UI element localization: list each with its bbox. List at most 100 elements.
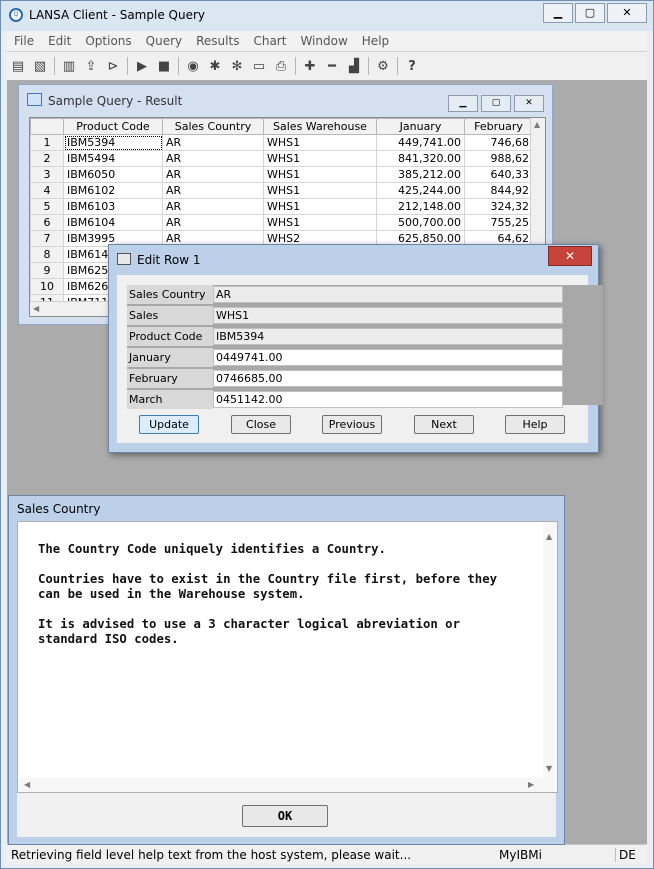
table-cell[interactable]: WHS1: [263, 150, 377, 167]
maximize-button[interactable]: ▢: [575, 3, 605, 23]
minimize-button[interactable]: ▁: [543, 3, 573, 23]
add-icon[interactable]: ✚: [301, 57, 319, 75]
row-number: 2: [30, 150, 64, 167]
result-maximize-button[interactable]: ▢: [481, 95, 511, 112]
column-header[interactable]: February: [464, 118, 533, 135]
table-cell[interactable]: IBM6050: [63, 166, 163, 183]
row-number: 9: [30, 262, 64, 279]
table-cell[interactable]: 755,25: [464, 214, 533, 231]
table-cell[interactable]: AR: [162, 134, 264, 151]
column-header[interactable]: Product Code: [63, 118, 163, 135]
table-row[interactable]: 5 IBM6103 AR WHS1 212,148.00 324,32: [30, 198, 533, 215]
menu-options[interactable]: Options: [78, 34, 138, 48]
table-cell[interactable]: WHS1: [263, 134, 377, 151]
print-preview-icon[interactable]: ▥: [60, 57, 78, 75]
table-cell[interactable]: IBM6104: [63, 214, 163, 231]
export-icon[interactable]: ⇪: [82, 57, 100, 75]
march-field[interactable]: 0451142.00: [213, 391, 563, 408]
update-button[interactable]: Update: [139, 415, 199, 434]
result-minimize-button[interactable]: ▁: [448, 95, 478, 112]
settings-icon[interactable]: ⚙: [374, 57, 392, 75]
table-row[interactable]: 3 IBM6050 AR WHS1 385,212.00 640,33: [30, 166, 533, 183]
menu-chart[interactable]: Chart: [246, 34, 293, 48]
table-cell[interactable]: 449,741.00: [376, 134, 465, 151]
gear-small-icon[interactable]: ✱: [206, 57, 224, 75]
table-cell[interactable]: 841,320.00: [376, 150, 465, 167]
table-cell[interactable]: 385,212.00: [376, 166, 465, 183]
table-cell[interactable]: 844,92: [464, 182, 533, 199]
dialog-icon: [117, 253, 131, 265]
remove-icon[interactable]: ━: [323, 57, 341, 75]
stop-icon[interactable]: ■: [155, 57, 173, 75]
january-field[interactable]: 0449741.00: [213, 349, 563, 366]
column-header[interactable]: January: [376, 118, 465, 135]
step-icon[interactable]: ⊳: [104, 57, 122, 75]
status-message: Retrieving field level help text from th…: [11, 848, 412, 862]
ok-button[interactable]: OK: [242, 805, 328, 827]
column-header[interactable]: Sales Country: [162, 118, 264, 135]
menu-window[interactable]: Window: [293, 34, 354, 48]
table-cell[interactable]: WHS1: [263, 214, 377, 231]
table-cell[interactable]: WHS1: [263, 198, 377, 215]
table-cell[interactable]: AR: [162, 150, 264, 167]
table-cell[interactable]: AR: [162, 166, 264, 183]
title-bar: Q LANSA Client - Sample Query ▁ ▢ ✕: [1, 1, 653, 31]
table-row[interactable]: 1 IBM5394 AR WHS1 449,741.00 746,68: [30, 134, 533, 151]
table-cell[interactable]: 500,700.00: [376, 214, 465, 231]
table-cell[interactable]: 988,62: [464, 150, 533, 167]
run-icon[interactable]: ▶: [133, 57, 151, 75]
help-window: Sales Country The Country Code uniquely …: [8, 495, 565, 845]
table-cell[interactable]: WHS1: [263, 182, 377, 199]
february-field[interactable]: 0746685.00: [213, 370, 563, 387]
table-cell[interactable]: IBM5494: [63, 150, 163, 167]
help-icon[interactable]: ?: [403, 57, 421, 75]
open-icon[interactable]: ▧: [31, 57, 49, 75]
status-language: DE: [615, 848, 636, 862]
save-icon[interactable]: ▤: [9, 57, 27, 75]
column-header[interactable]: [30, 118, 64, 135]
lansa-app-icon: Q: [9, 8, 23, 22]
menu-query[interactable]: Query: [139, 34, 189, 48]
close-dialog-button[interactable]: Close: [231, 415, 291, 434]
table-cell[interactable]: 746,68: [464, 134, 533, 151]
menu-results[interactable]: Results: [189, 34, 246, 48]
sales-warehouse-field: WHS1: [213, 307, 563, 324]
status-system: MyIBMi: [499, 848, 542, 862]
menu-file[interactable]: File: [7, 34, 41, 48]
table-cell[interactable]: IBM6103: [63, 198, 163, 215]
table-cell[interactable]: 425,244.00: [376, 182, 465, 199]
asterisk-icon[interactable]: ✻: [228, 57, 246, 75]
help-button[interactable]: Help: [505, 415, 565, 434]
next-button[interactable]: Next: [414, 415, 474, 434]
table-cell[interactable]: IBM5394: [63, 134, 163, 151]
record-icon[interactable]: ◉: [184, 57, 202, 75]
table-cell[interactable]: AR: [162, 182, 264, 199]
table-cell[interactable]: 324,32: [464, 198, 533, 215]
previous-button[interactable]: Previous: [322, 415, 382, 434]
close-button[interactable]: ✕: [607, 3, 647, 23]
table-cell[interactable]: IBM6102: [63, 182, 163, 199]
table-cell[interactable]: AR: [162, 198, 264, 215]
table-row[interactable]: 4 IBM6102 AR WHS1 425,244.00 844,92: [30, 182, 533, 199]
table-cell[interactable]: 640,33: [464, 166, 533, 183]
chart-icon[interactable]: ▟: [345, 57, 363, 75]
menu-help[interactable]: Help: [355, 34, 396, 48]
help-vertical-scrollbar[interactable]: ▲ ▼: [543, 522, 557, 778]
column-header[interactable]: Sales Warehouse: [263, 118, 377, 135]
menu-edit[interactable]: Edit: [41, 34, 78, 48]
table-cell[interactable]: AR: [162, 214, 264, 231]
result-close-button[interactable]: ✕: [514, 95, 544, 112]
table-row[interactable]: 2 IBM5494 AR WHS1 841,320.00 988,62: [30, 150, 533, 167]
print-icon[interactable]: ⎙: [272, 57, 290, 75]
row-number: 7: [30, 230, 64, 247]
edit-fields: Sales CountryAR Sales WarehouseWHS1 Prod…: [127, 285, 603, 409]
field-label: March: [127, 390, 213, 409]
edit-dialog-close-button[interactable]: ✕: [548, 246, 592, 266]
help-horizontal-scrollbar[interactable]: ◀ ▶: [18, 778, 557, 792]
field-icon[interactable]: ▭: [250, 57, 268, 75]
table-cell[interactable]: WHS1: [263, 166, 377, 183]
table-row[interactable]: 6 IBM6104 AR WHS1 500,700.00 755,25: [30, 214, 533, 231]
help-text-area: The Country Code uniquely identifies a C…: [17, 521, 558, 793]
help-window-title: Sales Country: [17, 502, 101, 516]
table-cell[interactable]: 212,148.00: [376, 198, 465, 215]
